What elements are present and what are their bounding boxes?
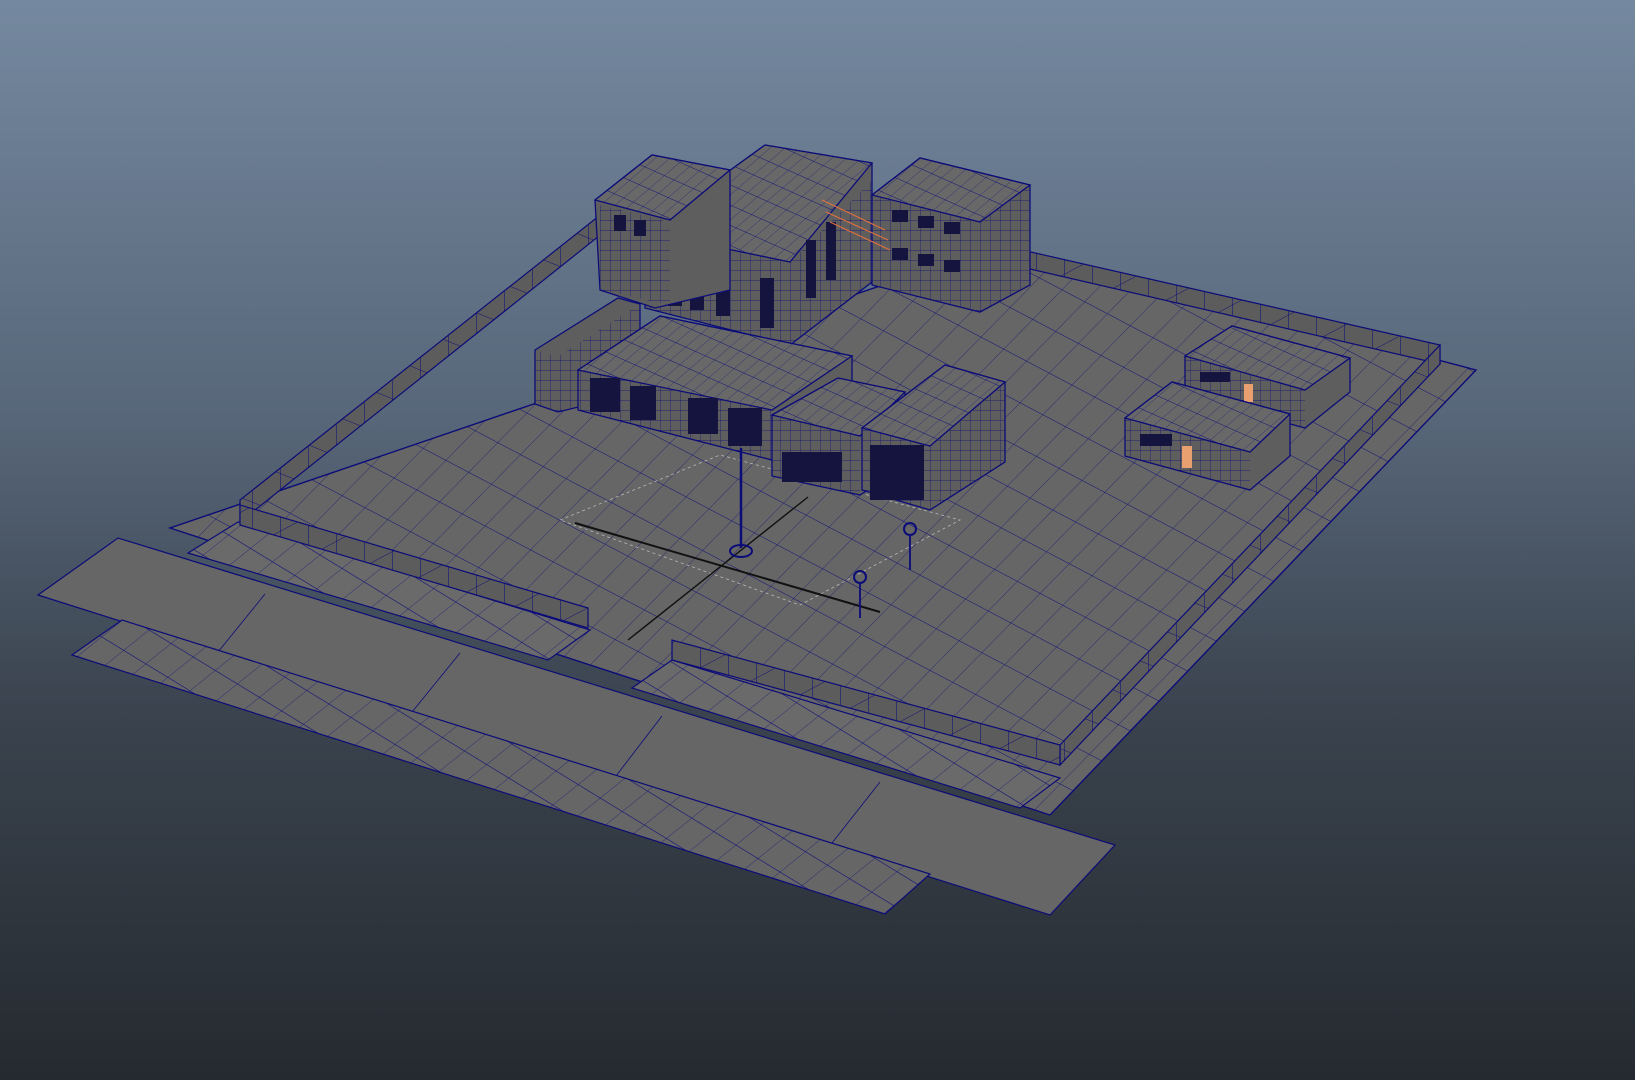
window [634, 220, 646, 236]
window-strip [1200, 372, 1230, 382]
glass-facade [870, 445, 924, 500]
entrance [782, 452, 842, 482]
3d-viewport[interactable] [0, 0, 1635, 1080]
window [614, 215, 626, 231]
window-strip [1140, 434, 1172, 446]
door-lit [1244, 384, 1253, 402]
viewport-canvas[interactable] [0, 0, 1635, 1080]
door-lit [1182, 446, 1192, 468]
main-building-left-wing[interactable] [593, 154, 732, 309]
